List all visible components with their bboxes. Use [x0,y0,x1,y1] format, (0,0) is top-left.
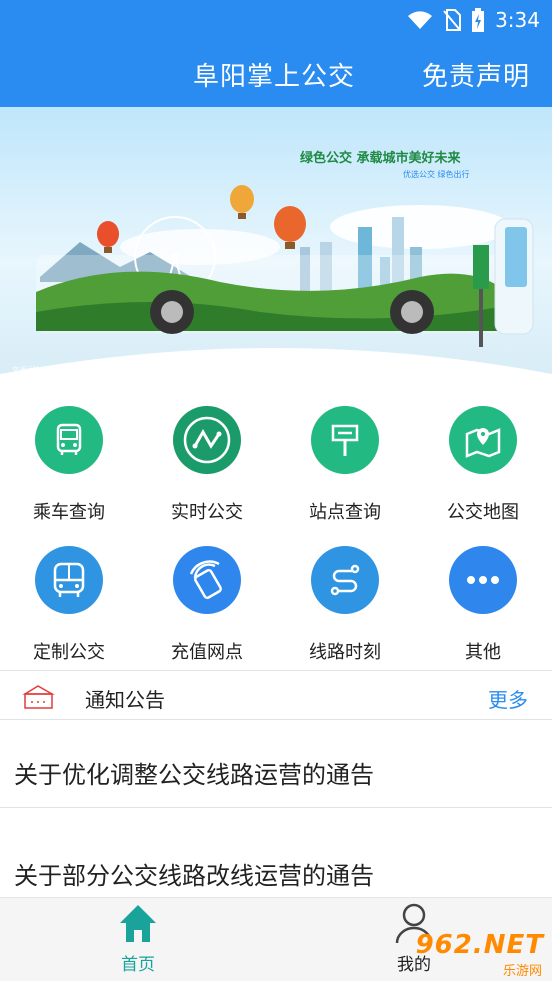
grid-item-ride-query[interactable]: 乘车查询 [0,400,138,525]
news-title: 关于优化调整公交线路运营的通告 [14,761,374,789]
disclaimer-link[interactable]: 免责声明 [422,56,530,93]
list-item[interactable]: 关于优化调整公交线路运营的通告 [0,721,552,807]
bus-icon [35,546,103,614]
realtime-route-icon [173,406,241,474]
status-time: 3:34 [495,8,540,32]
grid-label: 公交地图 [447,502,519,523]
grid-label: 定制公交 [33,642,105,663]
notice-header: 通知公告 更多 [0,670,552,720]
watermark-subtext: 乐游网 [502,964,542,979]
grid-label: 线路时刻 [309,642,381,663]
grid-label: 乘车查询 [33,502,105,523]
grid-item-realtime-bus[interactable]: 实时公交 [138,400,276,525]
grid-item-bus-map[interactable]: 公交地图 [414,400,552,525]
grid-label: 站点查询 [309,502,381,523]
balloon [97,221,119,253]
banner-curve [0,348,552,387]
banner-subtitle: 优选公交 绿色出行 [403,170,470,179]
nav-label: 首页 [121,955,155,975]
nfc-card-icon [173,546,241,614]
function-grid: 乘车查询 实时公交 站点查询 公交地图 定制公交 充值网点 线路时刻 其他 [0,400,552,668]
watermark-text: 962.NET [415,930,544,960]
promo-banner[interactable]: 绿色公交 承载城市美好未来 优选公交 绿色出行 交通运输部 [0,107,552,387]
news-title: 关于部分公交线路改线运营的通告 [14,862,374,890]
grid-label: 其他 [465,642,501,663]
status-bar: 3:34 [407,6,540,34]
grid-label: 充值网点 [171,642,243,663]
grid-item-other[interactable]: 其他 [414,540,552,665]
nav-home[interactable]: 首页 [0,898,276,981]
battery-charging-icon [472,8,485,32]
app-header: 3:34 阜阳掌上公交 免责声明 [0,0,552,107]
watermark-logo: 962.NET 乐游网 [416,928,550,979]
no-sim-icon [443,9,462,31]
grid-item-recharge-point[interactable]: 充值网点 [138,540,276,665]
grid-item-route-schedule[interactable]: 线路时刻 [276,540,414,665]
route-path-icon [311,546,379,614]
home-icon [120,905,156,942]
bus-stop-sign-icon [311,406,379,474]
balloon [274,206,306,249]
wifi-icon [408,11,433,29]
balloon [230,185,254,219]
grid-item-stop-query[interactable]: 站点查询 [276,400,414,525]
banner-slogan: 绿色公交 承载城市美好未来 [300,151,461,166]
map-pin-icon [449,406,517,474]
list-item[interactable]: 关于部分公交线路改线运营的通告 [0,808,552,897]
grid-item-custom-bus[interactable]: 定制公交 [0,540,138,665]
page-title: 阜阳掌上公交 [193,62,356,92]
bus-front-icon [35,406,103,474]
grid-label: 实时公交 [171,502,243,523]
notice-more-link[interactable]: 更多 [488,684,528,713]
more-dots-icon [449,546,517,614]
notice-title: 通知公告 [85,688,165,712]
notice-bag-icon [22,685,55,709]
